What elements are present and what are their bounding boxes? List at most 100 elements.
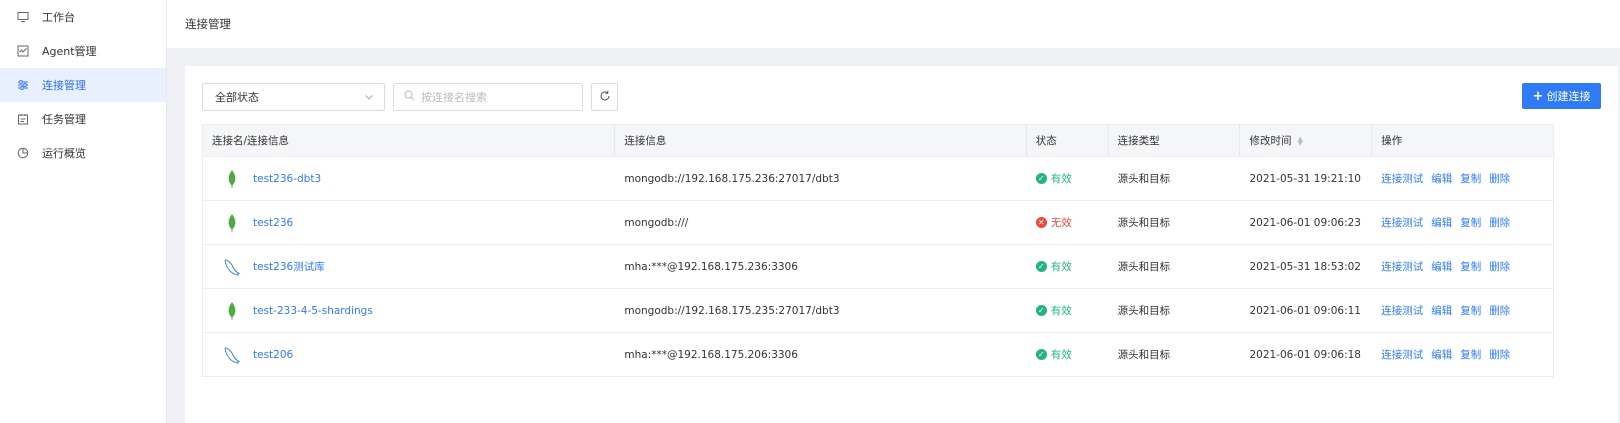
sidebar-item-overview[interactable]: 运行概览 — [0, 136, 166, 170]
test-connection-link[interactable]: 连接测试 — [1381, 305, 1423, 317]
table-row: test236测试库 mha:***@192.168.175.236:3306 … — [203, 245, 1553, 289]
connections-table: 连接名/连接信息 连接信息 状态 连接类型 修改时间 ▲ ▼ 操作 test236… — [202, 124, 1554, 377]
status-badge: ✓ 有效 — [1035, 303, 1109, 318]
x-circle-icon: ✕ — [1035, 217, 1047, 228]
agent-icon — [16, 44, 30, 58]
row-actions: 连接测试 编辑 复制 删除 — [1372, 347, 1553, 362]
row-actions: 连接测试 编辑 复制 删除 — [1372, 171, 1553, 186]
connection-info: mongodb://192.168.175.235:27017/dbt3 — [624, 304, 840, 317]
connection-type: 源头和目标 — [1117, 305, 1171, 317]
status-filter-value: 全部状态 — [215, 91, 259, 104]
edit-link[interactable]: 编辑 — [1431, 261, 1452, 273]
connection-name-link[interactable]: test206 — [253, 349, 293, 361]
connection-name-link[interactable]: test236-dbt3 — [253, 173, 321, 185]
sliders-icon — [16, 78, 30, 92]
status-badge: ✕ 无效 — [1035, 215, 1109, 230]
test-connection-link[interactable]: 连接测试 — [1381, 349, 1423, 361]
status-badge: ✓ 有效 — [1035, 171, 1109, 186]
chevron-down-icon — [364, 92, 374, 105]
connection-info: mha:***@192.168.175.206:3306 — [624, 348, 798, 361]
check-circle-icon: ✓ — [1035, 261, 1047, 272]
create-connection-label: 创建连接 — [1546, 90, 1591, 103]
check-circle-icon: ✓ — [1035, 305, 1047, 316]
test-connection-link[interactable]: 连接测试 — [1381, 217, 1423, 229]
edit-link[interactable]: 编辑 — [1431, 217, 1452, 229]
calendar-icon — [16, 112, 30, 126]
column-header-actions: 操作 — [1381, 135, 1403, 147]
mongodb-icon — [220, 299, 244, 323]
connection-type: 源头和目标 — [1117, 349, 1171, 361]
connection-name-link[interactable]: test-233-4-5-shardings — [253, 305, 373, 317]
connection-info: mongodb:/// — [624, 216, 689, 229]
mongodb-icon — [220, 167, 244, 191]
column-header-modified-label: 修改时间 — [1249, 135, 1292, 147]
search-icon — [404, 90, 415, 104]
sidebar-item-tasks[interactable]: 任务管理 — [0, 102, 166, 136]
check-circle-icon: ✓ — [1035, 349, 1047, 360]
edit-link[interactable]: 编辑 — [1431, 349, 1452, 361]
sidebar-item-agent[interactable]: Agent管理 — [0, 34, 166, 68]
edit-link[interactable]: 编辑 — [1431, 305, 1452, 317]
status-text: 有效 — [1050, 173, 1072, 185]
test-connection-link[interactable]: 连接测试 — [1381, 173, 1423, 185]
search-input[interactable] — [421, 90, 571, 104]
copy-link[interactable]: 复制 — [1460, 261, 1481, 273]
status-filter-select[interactable]: 全部状态 — [202, 83, 385, 111]
copy-link[interactable]: 复制 — [1460, 217, 1481, 229]
mysql-icon — [220, 255, 244, 279]
modified-time: 2021-06-01 09:06:11 — [1249, 304, 1361, 317]
modified-time: 2021-05-31 19:21:10 — [1249, 172, 1361, 185]
sidebar-item-label: 工作台 — [42, 11, 75, 24]
column-header-name: 连接名/连接信息 — [203, 124, 616, 157]
connection-type: 源头和目标 — [1117, 217, 1171, 229]
delete-link[interactable]: 删除 — [1489, 217, 1510, 229]
monitor-icon — [16, 10, 30, 24]
copy-link[interactable]: 复制 — [1460, 173, 1481, 185]
modified-time: 2021-06-01 09:06:23 — [1249, 216, 1361, 229]
connection-type: 源头和目标 — [1117, 261, 1171, 273]
refresh-icon — [599, 90, 611, 105]
toolbar: 全部状态 + 创建连接 — [202, 83, 1601, 111]
column-header-modified[interactable]: 修改时间 ▲ ▼ — [1240, 124, 1373, 157]
column-header-info: 连接信息 — [615, 124, 1027, 157]
status-badge: ✓ 有效 — [1035, 347, 1109, 362]
modified-time: 2021-05-31 18:53:02 — [1249, 260, 1361, 273]
connections-panel: 全部状态 + 创建连接 连接名/连接信息 连接信息 状态 连接类型 — [185, 66, 1618, 423]
table-row: test236 mongodb:/// ✕ 无效 源头和目标 2021-06-01… — [203, 201, 1553, 245]
table-header: 连接名/连接信息 连接信息 状态 连接类型 修改时间 ▲ ▼ 操作 — [203, 124, 1553, 157]
table-row: test236-dbt3 mongodb://192.168.175.236:2… — [203, 157, 1553, 201]
sidebar-item-label: Agent管理 — [42, 45, 97, 58]
pie-chart-icon — [16, 146, 30, 160]
sort-icon[interactable]: ▲ ▼ — [1297, 135, 1302, 146]
sidebar-item-label: 任务管理 — [42, 113, 86, 126]
sidebar-item-workbench[interactable]: 工作台 — [0, 0, 166, 34]
status-text: 有效 — [1050, 305, 1072, 317]
row-actions: 连接测试 编辑 复制 删除 — [1372, 215, 1553, 230]
delete-link[interactable]: 删除 — [1489, 261, 1510, 273]
refresh-button[interactable] — [591, 83, 618, 111]
connection-info: mongodb://192.168.175.236:27017/dbt3 — [624, 172, 840, 185]
status-text: 有效 — [1050, 261, 1072, 273]
sidebar-item-label: 运行概览 — [42, 147, 86, 160]
plus-icon: + — [1532, 88, 1544, 104]
delete-link[interactable]: 删除 — [1489, 173, 1510, 185]
create-connection-button[interactable]: + 创建连接 — [1522, 83, 1601, 109]
column-header-status: 状态 — [1027, 124, 1109, 157]
sidebar-item-label: 连接管理 — [42, 79, 86, 92]
delete-link[interactable]: 删除 — [1489, 305, 1510, 317]
connection-name-link[interactable]: test236测试库 — [253, 259, 325, 274]
copy-link[interactable]: 复制 — [1460, 349, 1481, 361]
delete-link[interactable]: 删除 — [1489, 349, 1510, 361]
edit-link[interactable]: 编辑 — [1431, 173, 1452, 185]
test-connection-link[interactable]: 连接测试 — [1381, 261, 1423, 273]
sidebar-item-connections[interactable]: 连接管理 — [0, 68, 166, 102]
status-text: 有效 — [1050, 349, 1072, 361]
table-row: test206 mha:***@192.168.175.206:3306 ✓ 有效… — [203, 333, 1553, 377]
mongodb-icon — [220, 211, 244, 235]
check-circle-icon: ✓ — [1035, 173, 1047, 184]
connection-name-link[interactable]: test236 — [253, 217, 293, 229]
status-badge: ✓ 有效 — [1035, 259, 1109, 274]
copy-link[interactable]: 复制 — [1460, 305, 1481, 317]
page-title: 连接管理 — [185, 17, 231, 31]
search-box — [393, 83, 583, 111]
